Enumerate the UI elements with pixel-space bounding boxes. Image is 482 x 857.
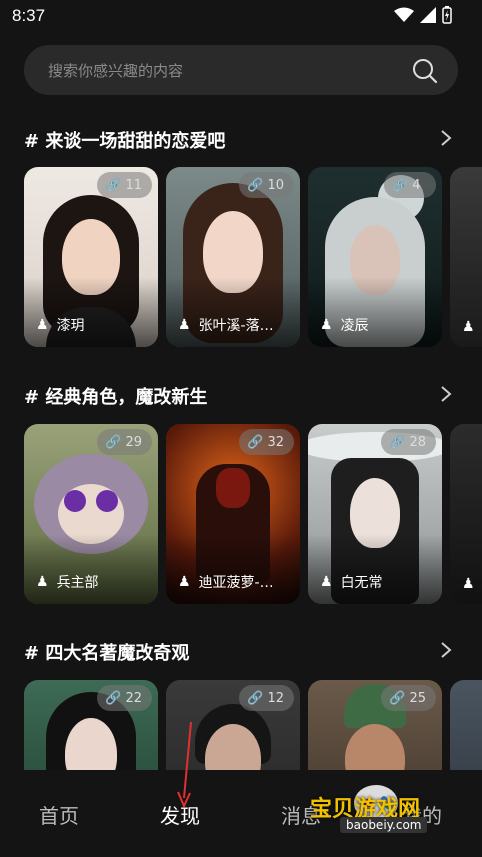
person-icon: ♟ [320,574,333,590]
monkey-eye [96,490,118,512]
character-card[interactable]: 🔗 22 [24,680,158,775]
person-icon: ♟ [36,574,49,590]
link-count: 12 [267,690,284,706]
character-card[interactable]: ♟ [450,167,482,347]
search-icon[interactable] [412,58,438,84]
card-shade [166,534,300,604]
link-icon: 🔗 [247,434,264,450]
character-card[interactable]: ♟ [450,424,482,604]
person-icon: ♟ [320,317,333,333]
name-label: 兵主部 [56,575,99,591]
person-icon: ♟ [36,317,49,333]
link-count: 25 [409,690,426,706]
link-count: 22 [125,690,142,706]
link-badge: 🔗 29 [97,429,152,455]
character-name: ♟ 兵主部 [36,572,99,592]
character-name: ♟ [462,319,475,335]
card-shade [308,534,442,604]
wifi-icon [394,7,414,22]
card-shade [166,277,300,347]
link-badge: 🔗 25 [381,685,436,711]
section-title-romance: # 来谈一场甜甜的恋爱吧 [24,131,226,152]
signal-icon [420,7,436,23]
monkey-eye [64,490,86,512]
chevron-right-icon[interactable] [440,641,452,659]
section-title-classics: # 四大名著魔改奇观 [24,643,190,664]
link-icon: 🔗 [389,434,406,450]
character-card[interactable]: 🔗 10 ♟ 张叶溪-落… [166,167,300,347]
search-bar[interactable]: 搜索你感兴趣的内容 [24,45,458,95]
search-placeholder: 搜索你感兴趣的内容 [48,62,184,80]
character-name: ♟ 凌辰 [320,315,369,335]
link-badge: 🔗 12 [239,685,294,711]
character-name: ♟ 张叶溪-落… [178,315,274,335]
name-label: 张叶溪-落… [198,318,274,334]
person-icon: ♟ [178,317,191,333]
portrait-face [345,724,405,775]
character-card[interactable] [450,680,482,775]
card-row-romance: 🔗 11 ♟ 漆玥 🔗 10 ♟ 张叶溪-落… 🔗 4 ♟ 凌辰 ♟ [24,167,482,349]
link-badge: 🔗 11 [97,172,152,198]
link-icon: 🔗 [105,177,122,193]
character-card[interactable]: 🔗 4 ♟ 凌辰 [308,167,442,347]
link-icon: 🔗 [247,690,264,706]
name-label: 凌辰 [340,318,369,334]
link-badge: 🔗 32 [239,429,294,455]
link-count: 10 [267,177,284,193]
person-icon: ♟ [178,574,191,590]
section-title-classic: # 经典角色，魔改新生 [24,387,208,408]
link-count: 28 [409,434,426,450]
character-card[interactable]: 🔗 11 ♟ 漆玥 [24,167,158,347]
card-shade [308,277,442,347]
demon-face [216,468,250,508]
link-count: 32 [267,434,284,450]
watermark-url: baobeiy.com [340,817,428,833]
annotation-arrow-icon [177,721,192,809]
character-card[interactable]: 🔗 25 [308,680,442,775]
status-time: 8:37 [12,6,46,25]
character-name: ♟ 漆玥 [36,315,85,335]
name-label: 迪亚菠萝-… [198,575,274,591]
name-label: 漆玥 [56,318,85,334]
card-shade [24,277,158,347]
card-shade [24,534,158,604]
status-bar: 8:37 [0,0,482,34]
character-name: ♟ 白无常 [320,572,383,592]
link-icon: 🔗 [105,434,122,450]
name-label: 白无常 [340,575,383,591]
status-icons [394,6,452,24]
character-name: ♟ 迪亚菠萝-… [178,572,274,592]
watermark: 宝贝游戏网 baobeiy.com [310,773,480,847]
tab-home[interactable]: 首页 [39,800,79,829]
link-badge: 🔗 28 [381,429,436,455]
character-card[interactable]: 🔗 29 ♟ 兵主部 [24,424,158,604]
card-row-classic: 🔗 29 ♟ 兵主部 🔗 32 ♟ 迪亚菠萝-… 🔗 28 ♟ 白无常 ♟ [24,424,482,606]
link-count: 29 [125,434,142,450]
character-card[interactable]: 🔗 32 ♟ 迪亚菠萝-… [166,424,300,604]
link-badge: 🔗 10 [239,172,294,198]
chevron-right-icon[interactable] [440,385,452,403]
link-badge: 🔗 4 [384,172,436,198]
character-card[interactable]: 🔗 28 ♟ 白无常 [308,424,442,604]
link-icon: 🔗 [392,177,409,193]
character-name: ♟ [462,576,475,592]
card-row-classics: 🔗 22 🔗 12 🔗 25 [24,680,482,775]
person-icon: ♟ [462,319,475,335]
link-count: 11 [125,177,142,193]
battery-icon [442,6,452,24]
link-count: 4 [412,177,421,193]
link-icon: 🔗 [389,690,406,706]
link-icon: 🔗 [247,177,264,193]
link-badge: 🔗 22 [97,685,152,711]
person-icon: ♟ [462,576,475,592]
chevron-right-icon[interactable] [440,129,452,147]
link-icon: 🔗 [105,690,122,706]
